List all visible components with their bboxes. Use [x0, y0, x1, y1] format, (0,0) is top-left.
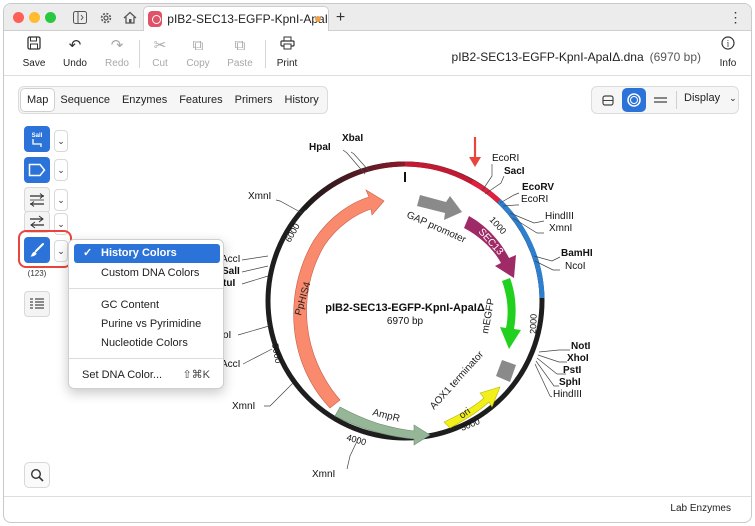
enzyme-label-xmni[interactable]: XmnI: [232, 401, 255, 412]
enzyme-label-ecorv[interactable]: EcoRV: [522, 182, 554, 193]
menu-separator: [69, 288, 223, 289]
enzyme-label-xmni[interactable]: XmnI: [549, 223, 572, 234]
menu-item-custom-dna-colors[interactable]: Custom DNA Colors: [74, 264, 220, 283]
enzyme-label-partial[interactable]: oI: [223, 330, 231, 341]
feature-label-gap-promoter: GAP promoter: [405, 210, 468, 246]
tick-label: 5000: [270, 343, 283, 364]
menu-item-label: History Colors: [101, 247, 177, 259]
dna-color-menu: ✓ History Colors Custom DNA Colors GC Co…: [68, 239, 224, 389]
enzyme-label-sali[interactable]: SalI: [222, 266, 240, 277]
enzyme-label-hindiii[interactable]: HindIII: [553, 389, 582, 400]
enzyme-label-saci[interactable]: SacI: [504, 166, 525, 177]
feature-label-ampr: AmpR: [371, 407, 401, 424]
menu-item-gc-content[interactable]: GC Content: [74, 296, 220, 315]
enzyme-set-label[interactable]: Lab Enzymes: [670, 503, 731, 514]
map-length: 6970 bp: [387, 316, 424, 327]
menu-separator: [69, 358, 223, 359]
enzyme-label-hindiii[interactable]: HindIII: [545, 211, 574, 222]
menu-item-set-dna-color[interactable]: Set DNA Color... ⇧⌘K: [74, 366, 220, 385]
backbone-history-dark: [302, 161, 406, 211]
enzyme-label-ecori[interactable]: EcoRI: [492, 153, 519, 164]
backbone-history-red-bright: [470, 179, 501, 203]
enzyme-label-partial[interactable]: tuI: [223, 278, 235, 289]
enzyme-label-xmni[interactable]: XmnI: [248, 191, 271, 202]
menu-item-nucleotide-colors[interactable]: Nucleotide Colors: [74, 334, 220, 353]
enzyme-label-noti[interactable]: NotI: [571, 341, 591, 352]
status-bar: Lab Enzymes: [4, 496, 751, 522]
enzyme-label-xbai[interactable]: XbaI: [342, 133, 363, 144]
enzyme-label-ecori[interactable]: EcoRI: [521, 194, 548, 205]
feature-megfp[interactable]: [500, 278, 521, 349]
enzyme-label-bamhi[interactable]: BamHI: [561, 248, 593, 259]
menu-item-shortcut: ⇧⌘K: [182, 369, 210, 381]
menu-item-history-colors[interactable]: ✓ History Colors: [74, 244, 220, 263]
menu-item-label: Set DNA Color...: [82, 369, 163, 381]
backbone-history-red: [404, 161, 474, 185]
tick-label: 6000: [283, 222, 302, 244]
tick-label: 2000: [528, 314, 539, 334]
checkmark-icon: ✓: [83, 247, 93, 259]
enzyme-label-xmni[interactable]: XmnI: [312, 469, 335, 480]
feature-label-aox1: AOX1 terminator: [428, 349, 486, 412]
app-window: pIB2-SEC13-EGFP-KpnI-ApaI + ⋮ Save ↶ Und…: [3, 3, 752, 523]
map-title: pIB2-SEC13-EGFP-KpnI-ApaIΔ: [325, 302, 485, 314]
enzyme-label-xhoi[interactable]: XhoI: [567, 353, 589, 364]
tick-label: 4000: [345, 432, 367, 447]
enzyme-label-sphi[interactable]: SphI: [559, 377, 581, 388]
red-indicator-arrowhead: [469, 157, 481, 167]
menu-item-label: Custom DNA Colors: [101, 267, 200, 279]
menu-item-label: Purine vs Pyrimidine: [101, 318, 202, 330]
enzyme-label-hpai[interactable]: HpaI: [309, 142, 331, 153]
menu-item-label: Nucleotide Colors: [101, 337, 188, 349]
enzyme-label-ncoi[interactable]: NcoI: [565, 261, 586, 272]
feature-aox1-terminator[interactable]: [496, 360, 516, 382]
menu-item-label: GC Content: [101, 299, 160, 311]
enzyme-label-psti[interactable]: PstI: [563, 365, 582, 376]
menu-item-purine-vs-pyrimidine[interactable]: Purine vs Pyrimidine: [74, 315, 220, 334]
